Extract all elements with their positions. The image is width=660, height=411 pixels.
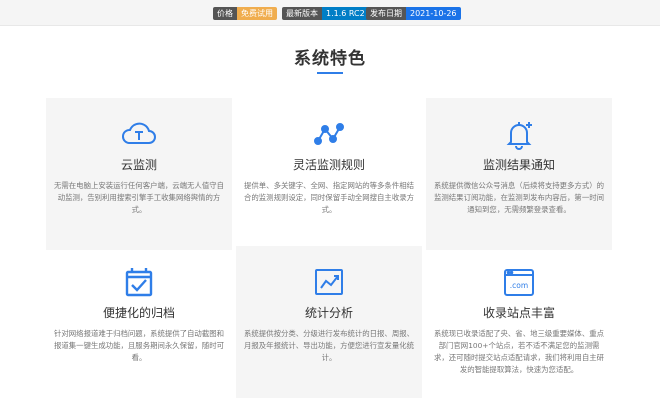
feature-card-statistics: 统计分析 系统提供按分类、分级进行发布统计的日报、周报、月报及年报统计、导出功能… [236, 246, 422, 398]
badge-key: 发布日期 [366, 7, 406, 20]
version-badge: 最新版本 1.1.6 RC2 [282, 7, 369, 20]
feature-desc: 系统提供微信公众号消息（后续将支持更多方式）的监测结果订阅功能，在监测到发布内容… [434, 181, 604, 214]
badge-key: 价格 [213, 7, 237, 20]
feature-card-archive: 便捷化的归档 针对网络报道难于归档问题，系统提供了自动截图和报道集一键生成功能，… [46, 246, 232, 398]
price-badge: 价格 免费试用 [213, 7, 277, 20]
section-title: 系统特色 [294, 49, 366, 69]
feature-card-cloud-monitor: 云监测 无需在电脑上安装运行任何客户端，云端无人值守自动监测，告别利用搜索引擎手… [46, 98, 232, 250]
info-bar: 价格 免费试用 最新版本 1.1.6 RC2 发布日期 2021-10-26 [0, 0, 660, 26]
release-date-badge: 发布日期 2021-10-26 [366, 7, 461, 20]
archive-icon [120, 263, 158, 301]
feature-desc: 提供单、多关键字、全网、指定网站的等多条件相结合的监测规则设定，同时保留手动全网… [244, 181, 414, 214]
title-underline [317, 72, 343, 74]
badge-value: 免费试用 [237, 7, 277, 20]
badge-value: 2021-10-26 [406, 7, 461, 20]
feature-title: 监测结果通知 [482, 158, 555, 172]
web-icon-text: .com [510, 281, 528, 290]
feature-title: 灵活监测规则 [292, 158, 365, 172]
feature-title: 便捷化的归档 [102, 306, 175, 320]
web-icon: .com [500, 263, 538, 301]
cloud-icon [120, 115, 158, 153]
feature-card-site-coverage: .com 收录站点丰富 系统现已收录适配了央、省、地三级重要媒体、重点部门官网1… [426, 246, 612, 398]
nodes-icon [310, 115, 348, 153]
bell-icon [500, 115, 538, 153]
feature-card-flexible-rules: 灵活监测规则 提供单、多关键字、全网、指定网站的等多条件相结合的监测规则设定，同… [236, 98, 422, 250]
badge-key: 最新版本 [282, 7, 322, 20]
chart-icon [310, 263, 348, 301]
feature-card-notification: 监测结果通知 系统提供微信公众号消息（后续将支持更多方式）的监测结果订阅功能，在… [426, 98, 612, 250]
feature-desc: 系统现已收录适配了央、省、地三级重要媒体、重点部门官网100+个站点，若不适不满… [434, 329, 604, 374]
feature-title: 收录站点丰富 [482, 306, 555, 320]
feature-title: 统计分析 [304, 306, 353, 320]
feature-desc: 系统提供按分类、分级进行发布统计的日报、周报、月报及年报统计、导出功能，方便您进… [244, 329, 414, 362]
feature-desc: 针对网络报道难于归档问题，系统提供了自动截图和报道集一键生成功能，且服务期间永久… [54, 329, 224, 362]
badge-value: 1.1.6 RC2 [322, 7, 369, 20]
feature-title: 云监测 [120, 158, 157, 172]
feature-desc: 无需在电脑上安装运行任何客户端，云端无人值守自动监测，告别利用搜索引擎手工收集网… [54, 181, 224, 214]
